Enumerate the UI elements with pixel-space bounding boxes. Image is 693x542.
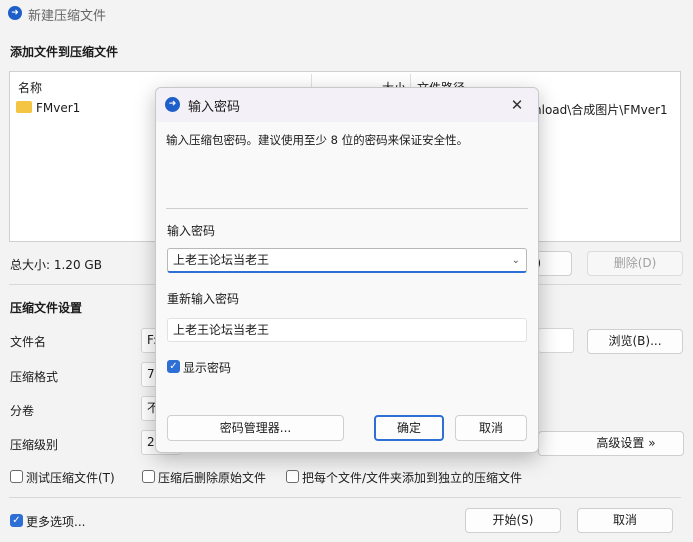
show-password-label: 显示密码 — [183, 361, 232, 375]
browse-button[interactable]: 浏览(B)... — [587, 329, 683, 354]
format-label: 压缩格式 — [10, 370, 59, 384]
add-section-title: 添加文件到压缩文件 — [10, 45, 119, 59]
dialog-description: 输入压缩包密码。建议使用至少 8 位的密码来保证安全性。 — [166, 133, 469, 147]
password-input[interactable]: 上老王论坛当老王 ⌄ — [167, 248, 527, 273]
browse-button-label: 浏览(B)... — [608, 334, 662, 348]
password-label: 输入密码 — [167, 224, 216, 238]
start-button-label: 开始(S) — [492, 513, 534, 527]
dialog-titlebar: ➜ 输入密码 ✕ — [156, 88, 538, 122]
app-logo-icon: ➜ — [8, 6, 22, 20]
dialog-title: 输入密码 — [188, 100, 241, 115]
delete-after-label: 压缩后删除原始文件 — [158, 471, 267, 485]
delete-after-checkbox[interactable] — [142, 470, 155, 483]
cancel-button-label: 取消 — [612, 513, 637, 527]
close-icon[interactable]: ✕ — [506, 94, 528, 116]
reenter-value: 上老王论坛当老王 — [173, 323, 270, 337]
column-header-name[interactable]: 名称 — [18, 79, 42, 96]
reenter-label: 重新输入密码 — [167, 292, 240, 306]
ok-button-label: 确定 — [396, 421, 421, 435]
separate-archives-label: 把每个文件/文件夹添加到独立的压缩文件 — [302, 471, 523, 485]
cancel-button[interactable]: 取消 — [577, 508, 673, 533]
total-size: 总大小: 1.20 GB — [10, 258, 102, 272]
row-path: nload\合成图片\FMver1 — [534, 103, 668, 117]
password-value: 上老王论坛当老王 — [173, 253, 270, 267]
level-label: 压缩级别 — [10, 438, 59, 452]
password-manager-button[interactable]: 密码管理器... — [167, 415, 344, 441]
settings-title: 压缩文件设置 — [10, 301, 83, 315]
chevron-down-icon[interactable]: ⌄ — [512, 249, 520, 271]
volume-label: 分卷 — [10, 404, 35, 418]
reenter-input[interactable]: 上老王论坛当老王 — [167, 318, 527, 342]
divider — [9, 497, 681, 498]
ok-button[interactable]: 确定 — [374, 415, 444, 441]
dialog-cancel-label: 取消 — [478, 421, 503, 435]
advanced-settings-button[interactable]: 高级设置 » — [538, 431, 684, 456]
advanced-button-label: 高级设置 » — [596, 436, 656, 450]
delete-button-label: 删除(D) — [613, 256, 657, 270]
app-logo-icon: ➜ — [165, 97, 180, 112]
filename-label: 文件名 — [10, 335, 47, 349]
password-dialog: ➜ 输入密码 ✕ 输入压缩包密码。建议使用至少 8 位的密码来保证安全性。 输入… — [155, 87, 539, 453]
test-archive-checkbox[interactable] — [10, 470, 23, 483]
more-options-label: 更多选项... — [26, 515, 86, 529]
window-title: 新建压缩文件 — [28, 9, 107, 24]
show-password-checkbox[interactable]: ✓ — [167, 360, 180, 373]
dialog-cancel-button[interactable]: 取消 — [455, 415, 527, 441]
more-options-checkbox[interactable]: ✓ — [10, 514, 23, 527]
test-archive-label: 测试压缩文件(T) — [26, 471, 115, 485]
filename-input-tail[interactable] — [538, 328, 574, 353]
delete-button[interactable]: 删除(D) — [587, 251, 683, 276]
row-name: FMver1 — [36, 101, 81, 115]
start-button[interactable]: 开始(S) — [465, 508, 561, 533]
divider — [166, 208, 528, 209]
folder-icon — [16, 101, 32, 113]
separate-archives-checkbox[interactable] — [286, 470, 299, 483]
password-manager-label: 密码管理器... — [219, 421, 292, 435]
